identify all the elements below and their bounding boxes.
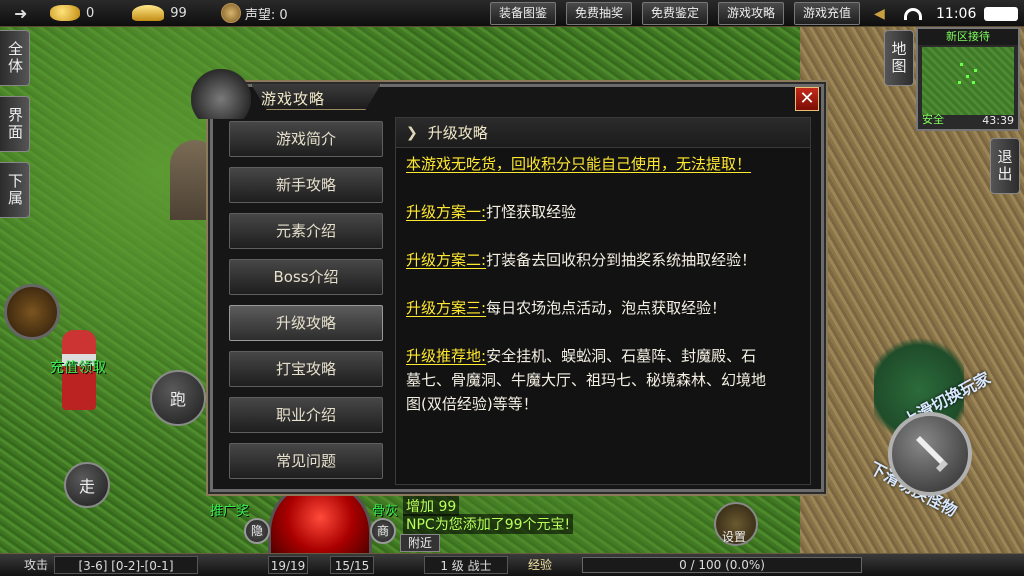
hide-button[interactable]: 隐	[244, 518, 270, 544]
menu-level-guide[interactable]: 升级攻略	[229, 305, 383, 341]
hp-value: 19/19	[268, 556, 308, 574]
plan-3-label: 升级方案三:	[406, 299, 487, 317]
equipment-catalog-button[interactable]: 装备图鉴	[490, 2, 556, 25]
plan-3: 升级方案三:每日农场泡点活动，泡点获取经验！	[406, 296, 800, 320]
dialog-title: 游戏攻略	[261, 90, 326, 108]
minimap-marker	[972, 81, 975, 84]
run-button[interactable]: 跑	[150, 370, 206, 426]
recommended-text-1: 安全挂机、蜈蚣洞、石墓阵、封魔殿、石	[486, 347, 757, 365]
game-recharge-button[interactable]: 游戏充值	[794, 2, 860, 25]
expand-arrow-icon[interactable]: ➜	[14, 4, 36, 23]
content-body: 本游戏无吃货，回收积分只能自己使用，无法提取！ 升级方案一:打怪获取经验 升级方…	[396, 148, 810, 416]
exit-button[interactable]: 退出	[990, 138, 1020, 194]
recommended-text-3: 图(双倍经验)等等！	[406, 395, 538, 413]
attack-values: [3-6] [0-2]-[0-1]	[54, 556, 198, 574]
gold-resource: 0	[50, 5, 94, 21]
bone-label[interactable]: 骨灰	[372, 500, 398, 519]
content-title: 升级攻略	[427, 124, 488, 142]
ingot-value: 99	[170, 5, 187, 21]
game-guide-dialog: 游戏攻略 ✕ 游戏简介 新手攻略 元素介绍 Boss介绍 升级攻略 打宝攻略 职…	[191, 69, 824, 492]
collapse-arrow-icon[interactable]: ◀	[874, 0, 885, 27]
menu-treasure-guide[interactable]: 打宝攻略	[229, 351, 383, 387]
menu-class-intro[interactable]: 职业介绍	[229, 397, 383, 433]
sword-icon	[916, 436, 948, 472]
battery-icon	[984, 0, 1018, 27]
minimap[interactable]: 新区接待 安全 43:39	[916, 27, 1020, 131]
chat-message: NPC为您添加了99个元宝!	[403, 514, 574, 534]
settings-label: 设置	[722, 530, 747, 544]
walk-button[interactable]: 走	[64, 462, 110, 508]
reputation-icon	[220, 3, 241, 23]
attack-button[interactable]	[888, 412, 972, 496]
menu-beginner-guide[interactable]: 新手攻略	[229, 167, 383, 203]
safe-zone-label: 安全	[922, 113, 944, 126]
ingot-resource: 99	[132, 5, 187, 21]
plan-2: 升级方案二:打装备去回收积分到抽奖系统抽取经验！	[406, 248, 800, 272]
menu-element-intro[interactable]: 元素介绍	[229, 213, 383, 249]
npc-name-label: 充值领取	[50, 360, 106, 376]
minimap-title: 新区接待	[918, 29, 1018, 45]
wifi-icon	[904, 0, 922, 27]
mp-value: 15/15	[330, 556, 374, 574]
gold-coins-icon	[50, 5, 80, 21]
tab-interface[interactable]: 界面	[0, 96, 30, 152]
recommended-spots: 升级推荐地:安全挂机、蜈蚣洞、石墓阵、封魔殿、石	[406, 344, 800, 368]
plan-1-label: 升级方案一:	[406, 203, 487, 221]
promo-label[interactable]: 推广奖	[210, 500, 249, 519]
nearby-chat-tab[interactable]: 附近	[400, 534, 440, 552]
top-bar: ➜ 0 99 声望: 0 装备图鉴 免费抽奖 免费鉴定 游戏攻略 游戏充值 ◀ …	[0, 0, 1024, 27]
guide-content-panel: ❯ 升级攻略 本游戏无吃货，回收积分只能自己使用，无法提取！ 升级方案一:打怪获…	[395, 117, 811, 485]
plan-1-text: 打怪获取经验	[486, 203, 577, 221]
dragon-ornament-icon	[191, 69, 251, 119]
menu-game-intro[interactable]: 游戏简介	[229, 121, 383, 157]
free-appraise-button[interactable]: 免费鉴定	[642, 2, 708, 25]
menu-faq[interactable]: 常见问题	[229, 443, 383, 479]
pet-portrait[interactable]	[4, 284, 60, 340]
ingot-icon	[132, 5, 165, 21]
coordinates: 43:39	[982, 114, 1014, 127]
minimap-marker	[960, 63, 963, 66]
exp-bar: 0 / 100 (0.0%)	[582, 557, 862, 573]
plan-2-text: 打装备去回收积分到抽奖系统抽取经验！	[486, 251, 757, 269]
content-header: ❯ 升级攻略	[396, 118, 810, 148]
gold-value: 0	[86, 5, 95, 21]
minimap-map	[922, 47, 1014, 115]
plan-1: 升级方案一:打怪获取经验	[406, 200, 800, 224]
exp-label: 经验	[528, 558, 553, 572]
minimap-marker	[958, 81, 961, 84]
level-class: 1 级 战士	[424, 556, 508, 574]
attack-label: 攻击	[24, 558, 49, 572]
plan-3-text: 每日农场泡点活动，泡点获取经验！	[486, 299, 727, 317]
intro-text: 本游戏无吃货，回收积分只能自己使用，无法提取！	[406, 155, 752, 173]
minimap-marker	[966, 75, 969, 78]
free-lottery-button[interactable]: 免费抽奖	[566, 2, 632, 25]
tab-subordinate[interactable]: 下属	[0, 162, 30, 218]
double-arrow-icon: ❯	[406, 124, 418, 141]
tab-all[interactable]: 全体	[0, 30, 30, 86]
plan-2-label: 升级方案二:	[406, 251, 487, 269]
close-button[interactable]: ✕	[795, 87, 819, 111]
menu-boss-intro[interactable]: Boss介绍	[229, 259, 383, 295]
recommended-label: 升级推荐地:	[406, 347, 487, 365]
shop-button[interactable]: 商	[370, 518, 396, 544]
reputation-resource: 声望: 0	[220, 3, 288, 23]
chat-message: 增加 99	[403, 496, 460, 516]
minimap-marker	[974, 69, 977, 72]
bottom-status-bar: 攻击 [3-6] [0-2]-[0-1] 19/19 15/15 1 级 战士 …	[0, 553, 1024, 576]
reputation-value: 声望: 0	[244, 7, 288, 23]
clock: 11:06	[936, 5, 977, 22]
game-guide-button[interactable]: 游戏攻略	[718, 2, 784, 25]
recommended-text-2: 墓七、骨魔洞、牛魔大厅、祖玛七、秘境森林、幻境地	[406, 371, 767, 389]
map-button[interactable]: 地图	[884, 30, 914, 86]
